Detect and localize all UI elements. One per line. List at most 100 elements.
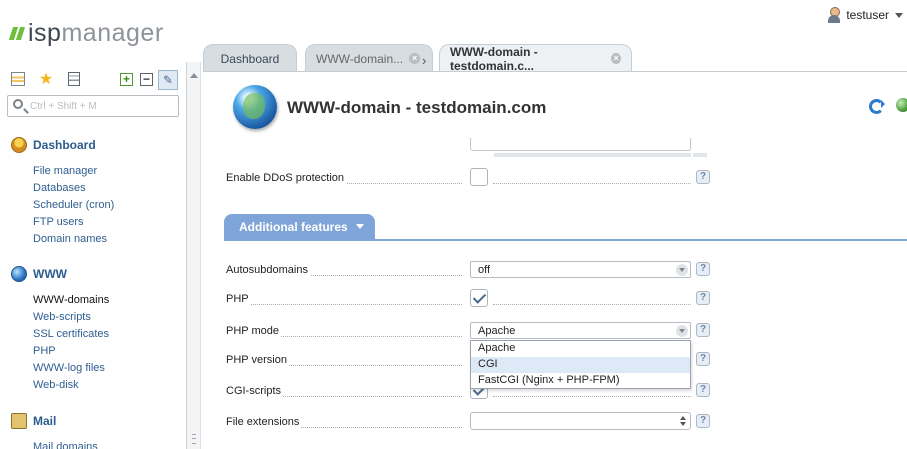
help-icon[interactable]: ? [696, 262, 710, 276]
dropdown-option-cgi[interactable]: CGI [471, 357, 690, 373]
search-input[interactable] [30, 98, 175, 114]
sidebar-section-title: Mail [33, 414, 57, 428]
label-leader [226, 304, 462, 305]
file-extensions-label: File extensions [226, 416, 302, 428]
sidebar-item-ftp-users[interactable]: FTP users [33, 215, 114, 232]
page-title: WWW-domain - testdomain.com [287, 98, 547, 117]
clipboard-icon[interactable] [66, 71, 82, 87]
close-icon[interactable]: × [409, 53, 421, 64]
help-icon[interactable]: ? [696, 291, 710, 305]
form-row-file-extensions: File extensions ? [226, 412, 716, 434]
close-icon[interactable]: × [611, 53, 621, 64]
form-row-ddos: Enable DDoS protection ? [226, 168, 716, 190]
tab-www-domain-edit[interactable]: WWW-domain - testdomain.c... × [439, 44, 632, 73]
autosubdomains-label: Autosubdomains [226, 264, 310, 276]
sidebar-scrollbar[interactable] [187, 62, 201, 449]
logo-text: ispmanager [28, 18, 164, 47]
help-icon[interactable]: ? [696, 383, 710, 397]
tab-label: WWW-domain - testdomain.c... [450, 44, 538, 73]
help-icon[interactable]: ? [696, 352, 710, 366]
sidebar-item-domain-names[interactable]: Domain names [33, 232, 114, 249]
form-row-php: PHP ? [226, 289, 716, 311]
user-icon [827, 7, 841, 23]
dropdown-option-fastcgi[interactable]: FastCGI (Nginx + PHP-FPM) [471, 373, 690, 389]
dashboard-icon [11, 137, 27, 153]
help-icon[interactable]: ? [696, 414, 710, 428]
sidebar-item-ssl-certificates[interactable]: SSL certificates [33, 327, 109, 344]
additional-features-toggle[interactable]: Additional features [224, 214, 375, 239]
sidebar-section-title: WWW [33, 267, 67, 281]
chevron-down-icon [676, 325, 688, 337]
chevron-down-icon [895, 12, 903, 18]
section-divider [224, 239, 907, 241]
tab-label: WWW-domain... [316, 51, 404, 66]
sidebar-item-scheduler[interactable]: Scheduler (cron) [33, 198, 114, 215]
cgi-label: CGI-scripts [226, 385, 283, 397]
logo: ispmanager [8, 18, 164, 48]
user-name: testuser [846, 8, 889, 22]
scroll-indicator [494, 153, 691, 157]
select-value: Apache [478, 325, 516, 337]
autosubdomains-select[interactable]: off [470, 261, 691, 278]
www-globe-icon [11, 266, 27, 282]
spin-down-icon[interactable] [680, 422, 686, 426]
file-extensions-input[interactable] [470, 412, 691, 430]
tab-bar: Dashboard WWW-domain... × › WWW-domain - … [203, 44, 907, 73]
dropdown-option-apache[interactable]: Apache [471, 341, 690, 357]
menu-search [7, 95, 179, 117]
sidebar-section-mail: Mail Mail domains [11, 412, 98, 449]
search-icon [13, 99, 23, 109]
help-icon[interactable]: ? [696, 170, 710, 184]
pin-icon[interactable]: ✎ [158, 70, 178, 90]
ddos-label: Enable DDoS protection [226, 172, 347, 184]
previous-field[interactable] [470, 138, 691, 151]
chevron-down-icon [676, 264, 688, 276]
sidebar: ★ + − ✎ Dashboard File manager Databases… [0, 62, 187, 449]
tab-www-domains[interactable]: WWW-domain... × [305, 44, 433, 72]
sidebar-section-title: Dashboard [33, 138, 96, 152]
sidebar-section-header[interactable]: Dashboard [11, 136, 114, 154]
mail-icon [11, 413, 27, 429]
user-menu[interactable]: testuser [827, 7, 903, 23]
www-domain-globe-icon [233, 85, 277, 129]
php-label: PHP [226, 293, 251, 305]
sidebar-item-web-disk[interactable]: Web-disk [33, 378, 109, 395]
sidebar-item-www-domains[interactable]: WWW-domains [33, 293, 109, 310]
label-leader [493, 183, 691, 184]
php-mode-label: PHP mode [226, 325, 281, 337]
scroll-up-arrow-icon[interactable] [190, 73, 198, 78]
chevron-down-icon [355, 224, 364, 229]
sidebar-item-www-log-files[interactable]: WWW-log files [33, 361, 109, 378]
form-row-autosubdomains: Autosubdomains off ? [226, 260, 716, 282]
chevron-right-icon: › [422, 53, 427, 68]
help-icon[interactable]: ? [696, 323, 710, 337]
sidebar-item-file-manager[interactable]: File manager [33, 164, 114, 181]
section-title: Additional features [239, 219, 348, 234]
logo-mark-icon [8, 26, 26, 40]
sidebar-item-web-scripts[interactable]: Web-scripts [33, 310, 109, 327]
favorites-star-icon[interactable]: ★ [38, 71, 54, 88]
additional-features-section: Additional features [224, 214, 907, 241]
scroll-indicator [693, 153, 707, 157]
tab-dashboard[interactable]: Dashboard [203, 44, 297, 72]
expand-all-icon[interactable]: + [120, 73, 133, 86]
refresh-icon[interactable] [869, 99, 885, 114]
sidebar-item-databases[interactable]: Databases [33, 181, 114, 198]
sidebar-item-mail-domains[interactable]: Mail domains [33, 440, 98, 449]
ddos-checkbox[interactable] [470, 168, 488, 186]
php-version-label: PHP version [226, 354, 289, 366]
collapse-all-icon[interactable]: − [140, 73, 153, 86]
label-leader [493, 396, 691, 397]
sidebar-section-www: WWW WWW-domains Web-scripts SSL certific… [11, 265, 109, 395]
spin-up-icon[interactable] [680, 416, 686, 420]
sidebar-item-php[interactable]: PHP [33, 344, 109, 361]
sidebar-section-header[interactable]: WWW [11, 265, 109, 283]
php-mode-select[interactable]: Apache [470, 322, 691, 339]
resize-grip-icon[interactable] [192, 434, 196, 444]
select-value: off [478, 264, 491, 276]
globe-icon[interactable] [896, 98, 907, 112]
tab-label: Dashboard [220, 51, 280, 66]
tree-view-icon[interactable] [10, 71, 26, 87]
sidebar-section-header[interactable]: Mail [11, 412, 98, 430]
php-checkbox[interactable] [470, 289, 488, 307]
